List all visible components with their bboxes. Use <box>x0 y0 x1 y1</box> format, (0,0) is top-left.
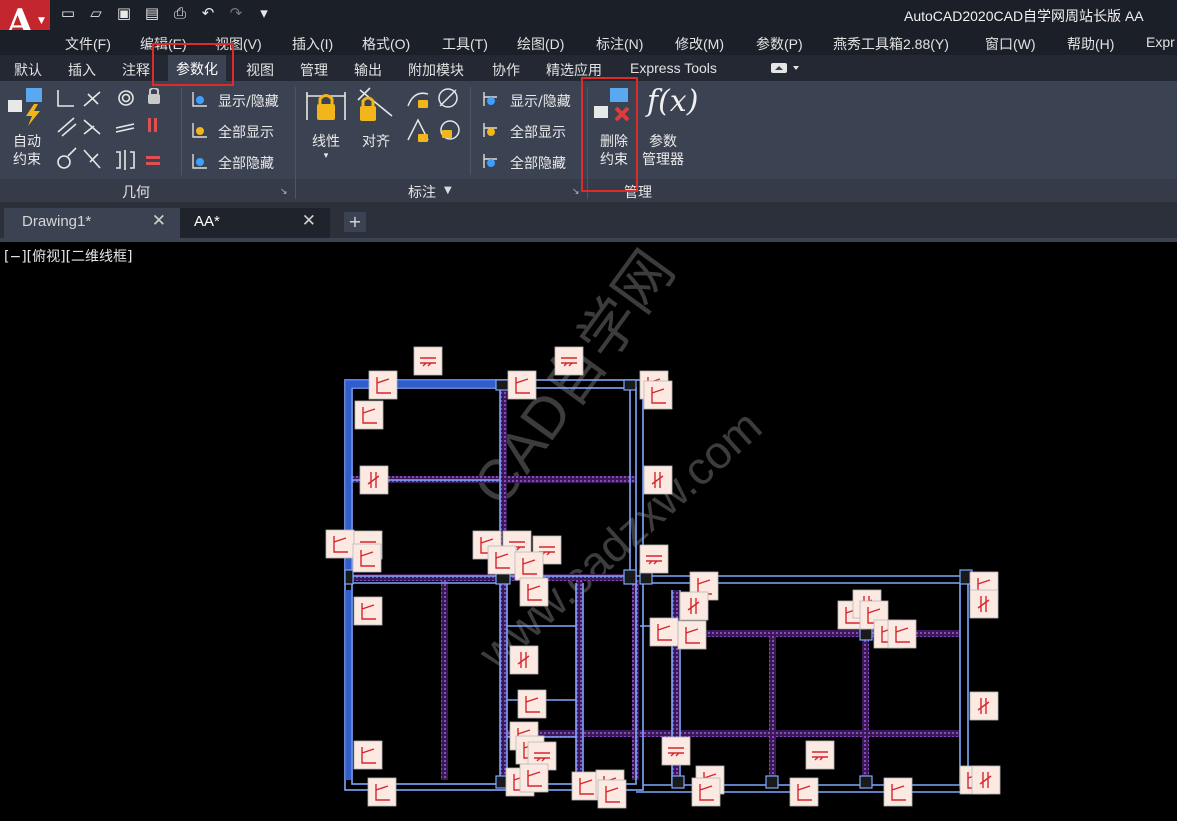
constraint-badge[interactable] <box>789 777 819 807</box>
constraint-badge[interactable] <box>639 544 669 574</box>
constraint-badge[interactable] <box>509 645 539 675</box>
constraint-badge[interactable] <box>517 689 547 719</box>
axis-grid-lines <box>350 384 960 784</box>
constraint-badge[interactable] <box>679 591 709 621</box>
constraint-badge[interactable] <box>643 380 673 410</box>
constraint-badge[interactable] <box>597 779 627 809</box>
constraint-badge[interactable] <box>661 736 691 766</box>
columns <box>344 379 973 789</box>
constraint-badge[interactable] <box>325 529 355 559</box>
constraint-badge[interactable] <box>413 346 443 376</box>
constraint-badge[interactable] <box>507 370 537 400</box>
constraint-badge[interactable] <box>554 346 584 376</box>
constraint-badge[interactable] <box>514 551 544 581</box>
constraint-badge[interactable] <box>883 777 913 807</box>
constraint-badge[interactable] <box>519 577 549 607</box>
constraint-badge[interactable] <box>487 545 517 575</box>
constraint-badge[interactable] <box>353 596 383 626</box>
constraint-badge[interactable] <box>805 740 835 770</box>
constraint-badge[interactable] <box>368 370 398 400</box>
constraint-badge[interactable] <box>367 777 397 807</box>
constraint-badge[interactable] <box>649 617 679 647</box>
floor-plan-drawing[interactable] <box>0 0 1177 821</box>
constraint-badge[interactable] <box>691 777 721 807</box>
constraint-badge[interactable] <box>971 765 1001 795</box>
constraint-badge[interactable] <box>352 543 382 573</box>
constraint-badge[interactable] <box>969 589 999 619</box>
constraint-badge[interactable] <box>887 619 917 649</box>
constraint-badge[interactable] <box>677 620 707 650</box>
constraint-badge[interactable] <box>519 763 549 793</box>
constraint-badge[interactable] <box>969 691 999 721</box>
constraint-badge[interactable] <box>643 465 673 495</box>
constraint-badge[interactable] <box>354 400 384 430</box>
constraint-badge[interactable] <box>359 465 389 495</box>
constraint-badge[interactable] <box>353 740 383 770</box>
